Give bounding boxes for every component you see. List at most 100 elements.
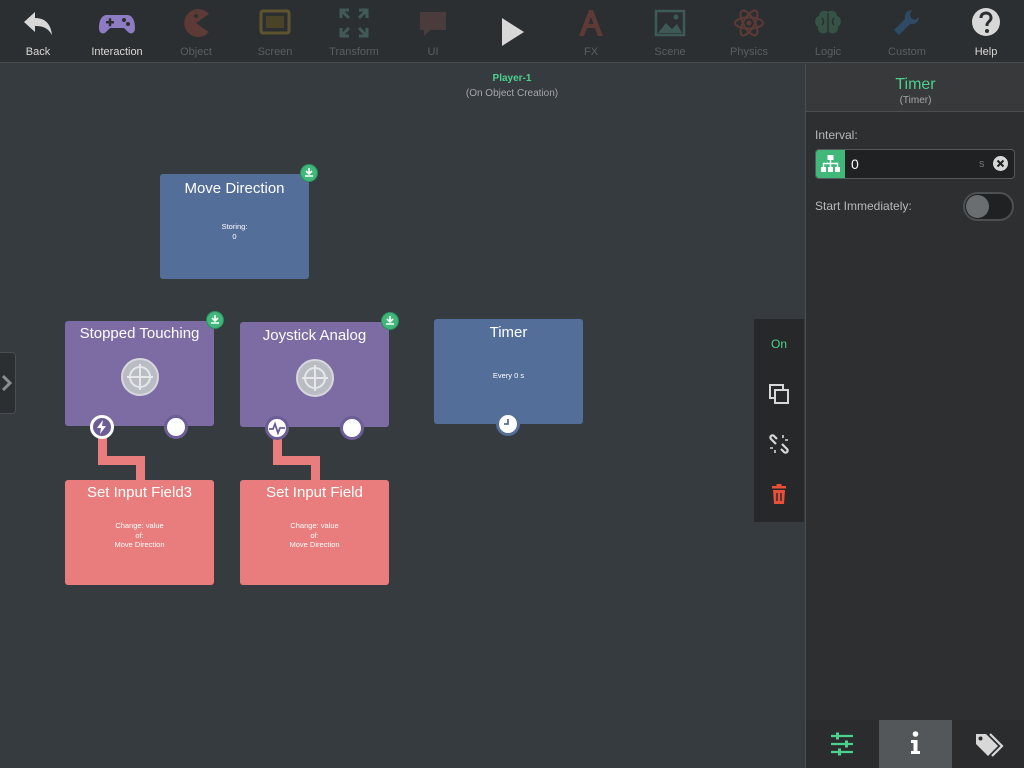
node-text-line: of:: [310, 530, 319, 540]
node-text: Change: value of: Move Direction: [65, 521, 214, 550]
back-arrow-icon: [24, 12, 52, 35]
speech-bubble-icon: [420, 12, 446, 36]
hierarchy-icon[interactable]: [816, 150, 845, 178]
node-action-bar: On: [754, 319, 804, 522]
node-text: Change: value of: Move Direction: [240, 521, 389, 550]
node-text-line: Storing:: [221, 222, 248, 231]
interval-field[interactable]: 0 s: [815, 149, 1015, 179]
toolbar-label: Scene: [654, 46, 686, 58]
node-text-line: Move Direction: [289, 540, 340, 549]
toolbar-label: Transform: [329, 46, 379, 58]
node-text-line: of:: [135, 530, 144, 540]
tab-tags[interactable]: [952, 720, 1024, 768]
tags-icon: [976, 733, 1004, 757]
node-canvas[interactable]: Move Direction Storing: 0 Stopped Touchi…: [0, 64, 804, 768]
toolbar-label: Object: [180, 46, 212, 58]
gamepad-icon: [99, 15, 135, 34]
toolbar-label: Interaction: [91, 46, 143, 58]
toggle-knob: [966, 195, 989, 218]
clock-port-icon[interactable]: [496, 412, 520, 436]
top-toolbar: Back Interaction Object Screen Transform…: [0, 0, 1024, 63]
node-stopped-touching[interactable]: Stopped Touching: [65, 321, 214, 426]
node-title: Joystick Analog: [262, 327, 367, 344]
start-immediately-label: Start Immediately:: [815, 199, 912, 213]
attribute-badge-icon[interactable]: [300, 164, 318, 182]
landscape-image-icon: [654, 9, 686, 37]
start-immediately-toggle[interactable]: [963, 192, 1014, 221]
toolbar-help-button[interactable]: Help: [946, 0, 1024, 63]
toolbar-play-button[interactable]: [472, 0, 552, 63]
toggle-on-button[interactable]: On: [754, 324, 804, 364]
node-move-direction[interactable]: Move Direction Storing: 0: [160, 174, 309, 279]
node-text-line: Move Direction: [114, 540, 165, 549]
node-text: Every 0 s: [492, 371, 525, 380]
unlink-button[interactable]: [754, 424, 804, 464]
properties-panel: Timer (Timer) Interval: 0 s Start Immedi…: [805, 64, 1024, 768]
delete-button[interactable]: [754, 474, 804, 514]
pulse-port-icon[interactable]: [265, 416, 289, 440]
node-title: Move Direction: [184, 180, 285, 197]
node-set-input-field[interactable]: Set Input Field Change: value of: Move D…: [240, 480, 389, 585]
duplicate-button[interactable]: [754, 374, 804, 414]
output-port[interactable]: [340, 416, 364, 440]
clear-icon[interactable]: [993, 156, 1008, 171]
node-title: Set Input Field3: [86, 484, 193, 501]
node-title: Set Input Field: [266, 484, 363, 501]
toolbar-fx-button[interactable]: FX: [551, 0, 631, 63]
toolbar-object-button[interactable]: Object: [156, 0, 236, 63]
panel-tab-bar: [806, 720, 1024, 768]
node-text: Storing: 0: [160, 222, 309, 241]
toolbar-scene-button[interactable]: Scene: [630, 0, 710, 63]
wrench-icon: [894, 10, 919, 35]
toolbar-ui-button[interactable]: UI: [393, 0, 473, 63]
node-title: Stopped Touching: [79, 325, 200, 342]
interval-input[interactable]: 0: [851, 156, 859, 172]
joystick-icon: [121, 358, 159, 396]
toolbar-interaction-button[interactable]: Interaction: [77, 0, 157, 63]
toolbar-back-button[interactable]: Back: [0, 0, 78, 63]
panel-title: Timer: [895, 76, 936, 93]
toolbar-label: Screen: [257, 46, 293, 58]
play-icon: [502, 18, 524, 46]
trash-icon: [772, 484, 786, 504]
interval-unit: s: [979, 158, 985, 170]
toolbar-label: Help: [974, 46, 998, 58]
toolbar-transform-button[interactable]: Transform: [314, 0, 394, 63]
tab-info[interactable]: [879, 720, 952, 768]
toolbar-screen-button[interactable]: Screen: [235, 0, 315, 63]
tab-settings[interactable]: [806, 720, 879, 768]
toolbar-physics-button[interactable]: Physics: [709, 0, 789, 63]
wire-connection: [136, 456, 145, 482]
node-title: Timer: [489, 324, 528, 341]
node-set-input-field3[interactable]: Set Input Field3 Change: value of: Move …: [65, 480, 214, 585]
node-timer[interactable]: Timer Every 0 s: [434, 319, 583, 424]
interval-label: Interval:: [815, 128, 858, 142]
toolbar-logic-button[interactable]: Logic: [788, 0, 868, 63]
node-text-line: Change: value: [115, 521, 164, 530]
chevron-right-icon: [1, 374, 13, 392]
node-joystick-analog[interactable]: Joystick Analog: [240, 322, 389, 427]
fx-icon: [579, 10, 603, 36]
output-port[interactable]: [164, 415, 188, 439]
sliders-icon: [831, 732, 853, 756]
toolbar-label: FX: [583, 46, 599, 58]
panel-header: Timer (Timer): [806, 64, 1024, 112]
tablet-icon: [259, 9, 291, 35]
pacman-icon: [184, 9, 209, 38]
brain-icon: [815, 10, 841, 34]
toolbar-label: Custom: [888, 46, 926, 58]
toolbar-custom-button[interactable]: Custom: [867, 0, 947, 63]
attribute-badge-icon[interactable]: [381, 312, 399, 330]
attribute-badge-icon[interactable]: [206, 311, 224, 329]
expand-arrows-icon: [339, 8, 369, 38]
toolbar-label: UI: [427, 46, 439, 58]
toolbar-label: Physics: [730, 46, 768, 58]
left-drawer-tab[interactable]: [0, 352, 16, 414]
toolbar-label: Logic: [814, 46, 842, 58]
question-icon: [972, 8, 1000, 36]
node-text-line: Change: value: [290, 521, 339, 530]
trigger-port-icon[interactable]: [90, 415, 114, 439]
unlink-icon: [769, 434, 789, 454]
node-text-line: 0: [232, 231, 237, 241]
joystick-icon: [296, 359, 334, 397]
